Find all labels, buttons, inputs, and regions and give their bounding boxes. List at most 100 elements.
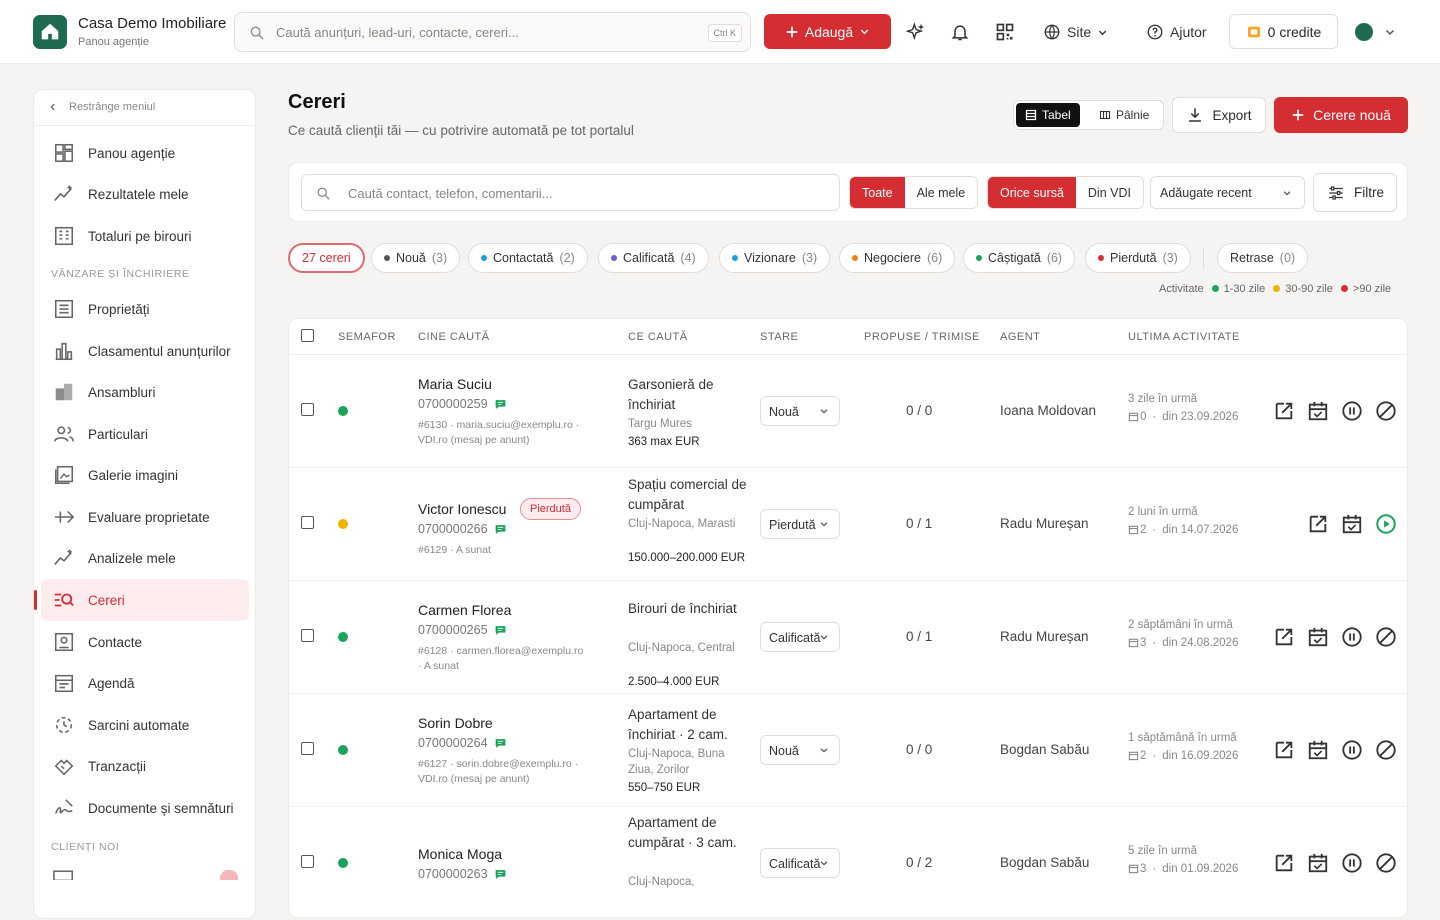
chevron-down-icon[interactable] (1384, 26, 1396, 38)
requester-name[interactable]: Maria Suciu (418, 376, 492, 392)
source-any-button[interactable]: Orice sursă (988, 177, 1076, 208)
ai-sparkle-icon[interactable] (906, 22, 926, 42)
status-select[interactable]: Calificată (760, 622, 840, 652)
bell-icon[interactable] (950, 22, 970, 42)
row-checkbox[interactable] (301, 742, 314, 755)
source-vdi-button[interactable]: Din VDI (1076, 177, 1143, 208)
status-select[interactable]: Pierdută (760, 509, 840, 539)
scope-all-button[interactable]: Toate (850, 177, 905, 208)
chip-withdrawn[interactable]: Retrase (0) (1217, 243, 1309, 273)
whatsapp-message-icon[interactable] (494, 868, 507, 881)
requester-name[interactable]: Victor Ionescu (418, 501, 506, 517)
requester-name[interactable]: Monica Moga (418, 846, 502, 862)
nav-item-agenda[interactable]: Agendă (41, 662, 249, 704)
credits-button[interactable]: 0 credite (1229, 14, 1338, 49)
nav-item-properties[interactable]: Proprietăți (41, 288, 249, 330)
nav-item-requests[interactable]: Cereri (34, 579, 249, 621)
schedule-calendar-icon[interactable] (1307, 400, 1329, 422)
nav-item-my-results[interactable]: Rezultatele mele (41, 173, 249, 215)
column-header-what[interactable]: CE CAUTĂ (628, 331, 688, 343)
nav-item-documents-signatures[interactable]: Documente și semnături (41, 787, 249, 829)
pause-icon[interactable] (1341, 852, 1363, 874)
qr-code-icon[interactable] (995, 22, 1015, 42)
block-icon[interactable] (1375, 739, 1397, 761)
nav-item-my-analyses[interactable]: Analizele mele (41, 537, 249, 579)
help-link[interactable]: Ajutor (1146, 23, 1207, 41)
status-select[interactable]: Calificată (760, 848, 840, 878)
chip-status-viewing[interactable]: Vizionare (3) (719, 243, 831, 273)
open-request-icon[interactable] (1273, 626, 1295, 648)
agency-logo[interactable] (33, 15, 67, 49)
open-request-icon[interactable] (1307, 513, 1329, 535)
nav-item-contacts[interactable]: Contacte (41, 621, 249, 663)
select-all-checkbox[interactable] (301, 329, 314, 342)
whatsapp-message-icon[interactable] (494, 523, 507, 536)
column-header-semafor[interactable]: SEMAFOR (338, 331, 396, 343)
nav-item-dashboard[interactable]: Panou agenție (41, 132, 249, 174)
row-checkbox[interactable] (301, 403, 314, 416)
pause-icon[interactable] (1341, 739, 1363, 761)
nav-item-image-gallery[interactable]: Galerie imagini (41, 454, 249, 496)
nav-item-ensembles[interactable]: Ansambluri (41, 371, 249, 413)
open-request-icon[interactable] (1273, 852, 1295, 874)
schedule-calendar-icon[interactable] (1307, 626, 1329, 648)
nav-item-property-valuation[interactable]: Evaluare proprietate (41, 496, 249, 538)
schedule-calendar-icon[interactable] (1307, 852, 1329, 874)
sort-select[interactable]: Adăugate recent (1150, 176, 1305, 209)
block-icon[interactable] (1375, 400, 1397, 422)
chip-status-negotiation[interactable]: Negociere (6) (839, 243, 956, 273)
nav-item-listing-ranking[interactable]: Clasamentul anunțurilor (41, 330, 249, 372)
chip-status-qualified[interactable]: Calificată (4) (598, 243, 709, 273)
nav-item-individuals[interactable]: Particulari (41, 413, 249, 455)
filters-button[interactable]: Filtre (1313, 173, 1397, 212)
site-menu[interactable]: Site (1043, 23, 1108, 41)
whatsapp-message-icon[interactable] (494, 737, 507, 750)
row-checkbox[interactable] (301, 516, 314, 529)
chip-all-requests[interactable]: 27 cereri (288, 243, 365, 273)
open-request-icon[interactable] (1273, 739, 1295, 761)
column-header-agent[interactable]: AGENT (1000, 331, 1040, 343)
status-select[interactable]: Nouă (760, 396, 840, 426)
collapse-menu-button[interactable]: Restrânge meniul (34, 90, 257, 126)
view-funnel-button[interactable]: Pâlnie (1090, 103, 1158, 127)
phone-number[interactable]: 0700000264 (418, 736, 488, 750)
requester-name[interactable]: Carmen Florea (418, 602, 511, 618)
scope-mine-button[interactable]: Ale mele (905, 177, 978, 208)
column-header-who[interactable]: CINE CAUTĂ (418, 331, 490, 343)
whatsapp-message-icon[interactable] (494, 624, 507, 637)
resume-play-icon[interactable] (1375, 513, 1397, 535)
schedule-calendar-icon[interactable] (1307, 739, 1329, 761)
schedule-calendar-icon[interactable] (1341, 513, 1363, 535)
row-checkbox[interactable] (301, 629, 314, 642)
nav-item-office-totals[interactable]: Totaluri pe birouri (41, 215, 249, 257)
pause-icon[interactable] (1341, 400, 1363, 422)
column-header-proposed-sent[interactable]: PROPUSE / TRIMISE (864, 331, 980, 343)
user-avatar[interactable] (1355, 23, 1373, 41)
phone-number[interactable]: 0700000265 (418, 623, 488, 637)
chip-status-contacted[interactable]: Contactată (2) (468, 243, 588, 273)
whatsapp-message-icon[interactable] (494, 398, 507, 411)
view-table-button[interactable]: Tabel (1016, 103, 1080, 127)
nav-item-transactions[interactable]: Tranzacții (41, 745, 249, 787)
column-header-last-activity[interactable]: ULTIMA ACTIVITATE (1128, 331, 1240, 343)
phone-number[interactable]: 0700000266 (418, 522, 488, 536)
row-checkbox[interactable] (301, 855, 314, 868)
nav-item-automated-tasks[interactable]: Sarcini automate (41, 704, 249, 746)
block-icon[interactable] (1375, 626, 1397, 648)
request-search-input[interactable]: Caută contact, telefon, comentarii... (301, 174, 840, 211)
block-icon[interactable] (1375, 852, 1397, 874)
new-request-button[interactable]: Cerere nouă (1274, 97, 1408, 133)
export-button[interactable]: Export (1172, 97, 1266, 133)
add-button[interactable]: Adaugă (764, 14, 891, 49)
pause-icon[interactable] (1341, 626, 1363, 648)
global-search-input[interactable]: Caută anunțuri, lead-uri, contacte, cere… (234, 12, 751, 52)
chip-status-lost[interactable]: Pierdută (3) (1085, 243, 1191, 273)
phone-number[interactable]: 0700000263 (418, 867, 488, 881)
status-select[interactable]: Nouă (760, 735, 840, 765)
phone-number[interactable]: 0700000259 (418, 397, 488, 411)
requester-name[interactable]: Sorin Dobre (418, 715, 493, 731)
open-request-icon[interactable] (1273, 400, 1295, 422)
chip-status-won[interactable]: Câștigată (6) (963, 243, 1076, 273)
chip-status-new[interactable]: Nouă (3) (371, 243, 461, 273)
column-header-status[interactable]: STARE (760, 331, 798, 343)
